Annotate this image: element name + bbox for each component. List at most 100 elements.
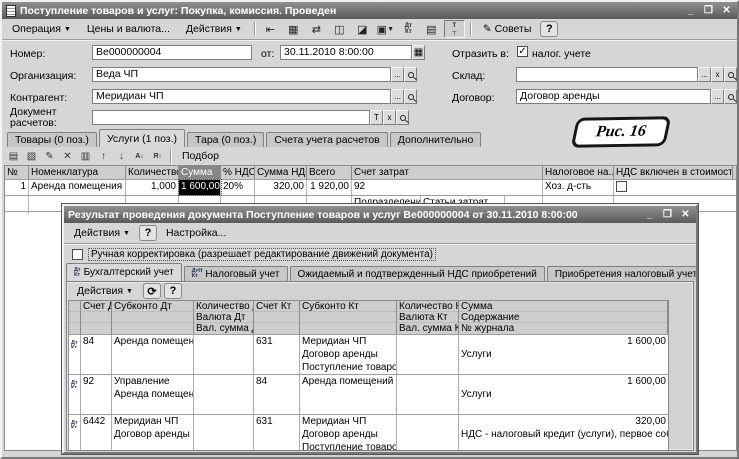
- posting-row[interactable]: ДтКт 84 Аренда помещений 631 Меридиан ЧП…: [69, 335, 668, 375]
- magnifier-icon[interactable]: [396, 110, 409, 125]
- ellipsis-icon[interactable]: ...: [711, 89, 724, 104]
- clear-icon[interactable]: x: [711, 67, 724, 82]
- tab-expected-vat[interactable]: Ожидаемый и подтвержденный НДС приобрете…: [290, 266, 545, 281]
- tab-containers[interactable]: Тара (0 поз.): [187, 132, 264, 147]
- col-vat-amount[interactable]: Сумма НДС: [255, 166, 307, 179]
- dtkt-icon[interactable]: ДтКт: [398, 20, 419, 38]
- cell-posting-icon: ДтКт: [69, 375, 81, 414]
- tab-services[interactable]: Услуги (1 поз.): [99, 129, 185, 147]
- ellipsis-icon[interactable]: ...: [698, 67, 711, 82]
- col-qty-dt[interactable]: Количество ДтВалюта ДтВал. сумма Дт: [194, 301, 254, 334]
- col-num[interactable]: №: [5, 166, 29, 179]
- type-icon[interactable]: Т: [370, 110, 383, 125]
- operation-menu-button[interactable]: Операция▼: [5, 21, 78, 37]
- main-titlebar[interactable]: Поступление товаров и услуг: Покупка, ко…: [2, 2, 737, 19]
- posting-row[interactable]: ДтКт 6442 Меридиан ЧПДоговор аренды 631 …: [69, 415, 668, 451]
- number-field[interactable]: Ве000000004: [92, 45, 252, 60]
- pick-button[interactable]: Подбор: [175, 149, 226, 163]
- move-row-icon[interactable]: ▥: [77, 149, 94, 164]
- copy-row-icon[interactable]: ▧: [23, 149, 40, 164]
- sort-desc-icon[interactable]: Я↑: [149, 149, 166, 164]
- add-row-icon[interactable]: ▤: [5, 149, 22, 164]
- tab-settlement-accounts[interactable]: Счета учета расчетов: [266, 132, 387, 147]
- move-down-icon[interactable]: ↓: [113, 149, 130, 164]
- col-vat-included[interactable]: НДС включен в стоимость: [614, 166, 733, 179]
- calendar-icon[interactable]: ▦: [283, 20, 304, 38]
- col-quantity[interactable]: Количество: [126, 166, 179, 179]
- col-account-dt[interactable]: Счет Дт: [81, 301, 112, 334]
- vat-included-checkbox[interactable]: [616, 181, 627, 192]
- sort-asc-icon[interactable]: А↓: [131, 149, 148, 164]
- result-titlebar[interactable]: Результат проведения документа Поступлен…: [64, 206, 696, 223]
- cell-amount-selected[interactable]: 1 600,00: [179, 180, 221, 195]
- help-button[interactable]: ?: [164, 283, 182, 299]
- tab-purchases-tax[interactable]: Приобретения налоговый учет: [547, 266, 698, 281]
- date-label: от:: [261, 48, 274, 60]
- structure-icon[interactable]: Т┬: [444, 20, 465, 38]
- close-icon[interactable]: ✕: [679, 209, 692, 220]
- cell-account-kt: 631: [254, 415, 300, 451]
- ellipsis-icon[interactable]: ...: [391, 89, 404, 104]
- ellipsis-icon[interactable]: ...: [391, 67, 404, 82]
- movements-icon[interactable]: ▣▼: [375, 20, 396, 38]
- chevron-down-icon: ▼: [126, 288, 133, 295]
- organization-field[interactable]: Веда ЧП: [92, 67, 391, 82]
- table-header-row: № Номенклатура Количество Сумма % НДС Су…: [5, 166, 736, 180]
- col-cost-account[interactable]: Счет затрат: [352, 166, 543, 179]
- tax-accounting-checkbox[interactable]: [517, 46, 528, 57]
- settlement-doc-field[interactable]: [92, 110, 370, 125]
- col-amount[interactable]: Сумма: [179, 166, 221, 179]
- actions-menu-button[interactable]: Действия▼: [70, 283, 140, 299]
- col-qty-kt[interactable]: Количество КтВалюта КтВал. сумма Кт: [397, 301, 459, 334]
- col-total[interactable]: Всего: [307, 166, 352, 179]
- col-nomenclature[interactable]: Номенклатура: [29, 166, 126, 179]
- magnifier-icon[interactable]: [404, 89, 417, 104]
- col-account-kt[interactable]: Счет Кт: [254, 301, 300, 334]
- warehouse-field[interactable]: [516, 67, 698, 82]
- magnifier-icon[interactable]: [404, 67, 417, 82]
- cell-vat-rate: 20%: [221, 180, 255, 195]
- manual-adjustment-label[interactable]: Ручная корректировка (разрешает редактир…: [88, 248, 436, 261]
- report-list-icon[interactable]: ▤: [421, 20, 442, 38]
- minimize-icon[interactable]: _: [643, 209, 656, 220]
- table-row[interactable]: 1 Аренда помещения 1,000 1 600,00 20% 32…: [5, 180, 736, 196]
- contract-label: Договор:: [452, 92, 495, 104]
- settings-button[interactable]: Настройка...: [159, 225, 233, 241]
- actions-menu-button[interactable]: Действия▼: [179, 21, 249, 37]
- posting-row[interactable]: ДтКт 92 УправлениеАренда помещений 84 Ар…: [69, 375, 668, 415]
- restore-icon[interactable]: ❐: [661, 209, 674, 220]
- reread-icon[interactable]: ⇤: [260, 20, 281, 38]
- tab-goods[interactable]: Товары (0 поз.): [7, 132, 97, 147]
- move-up-icon[interactable]: ↑: [95, 149, 112, 164]
- minimize-icon[interactable]: _: [684, 5, 697, 16]
- calendar-icon[interactable]: ▦: [412, 45, 425, 60]
- magnifier-icon[interactable]: [724, 67, 737, 82]
- edit-row-icon[interactable]: ✎: [41, 149, 58, 164]
- help-button[interactable]: ?: [540, 21, 558, 37]
- contract-field[interactable]: Договор аренды: [516, 89, 711, 104]
- restore-icon[interactable]: ❐: [702, 5, 715, 16]
- actions-menu-button[interactable]: Действия▼: [67, 225, 137, 241]
- magnifier-icon[interactable]: [724, 89, 737, 104]
- col-subconto-dt[interactable]: Субконто Дт: [112, 301, 194, 334]
- refresh-icon[interactable]: ⟳: [143, 283, 161, 299]
- col-vat-rate[interactable]: % НДС: [221, 166, 255, 179]
- tab-tax-accounting[interactable]: ДтНКт Налоговый учет: [184, 266, 288, 281]
- tab-additional[interactable]: Дополнительно: [390, 132, 482, 147]
- help-button[interactable]: ?: [139, 225, 157, 241]
- manual-adjustment-checkbox[interactable]: [72, 249, 83, 260]
- delete-row-icon[interactable]: ✕: [59, 149, 76, 164]
- date-field[interactable]: 30.11.2010 8:00:00: [280, 45, 412, 60]
- prices-currency-button[interactable]: Цены и валюта...: [80, 21, 177, 37]
- clear-icon[interactable]: x: [383, 110, 396, 125]
- col-subconto-kt[interactable]: Субконто Кт: [300, 301, 397, 334]
- unpost-document-icon[interactable]: ◪: [352, 20, 373, 38]
- close-icon[interactable]: ✕: [720, 5, 733, 16]
- swap-arrows-icon[interactable]: ⇄: [306, 20, 327, 38]
- post-document-icon[interactable]: ◫: [329, 20, 350, 38]
- col-tax-purpose[interactable]: Налоговое на...: [543, 166, 614, 179]
- col-amount[interactable]: СуммаСодержание№ журнала: [459, 301, 668, 334]
- contractor-field[interactable]: Меридиан ЧП: [92, 89, 391, 104]
- tab-accounting[interactable]: ДтКт Бухгалтерский учет: [66, 263, 182, 281]
- tips-button[interactable]: ✎Советы: [476, 21, 539, 37]
